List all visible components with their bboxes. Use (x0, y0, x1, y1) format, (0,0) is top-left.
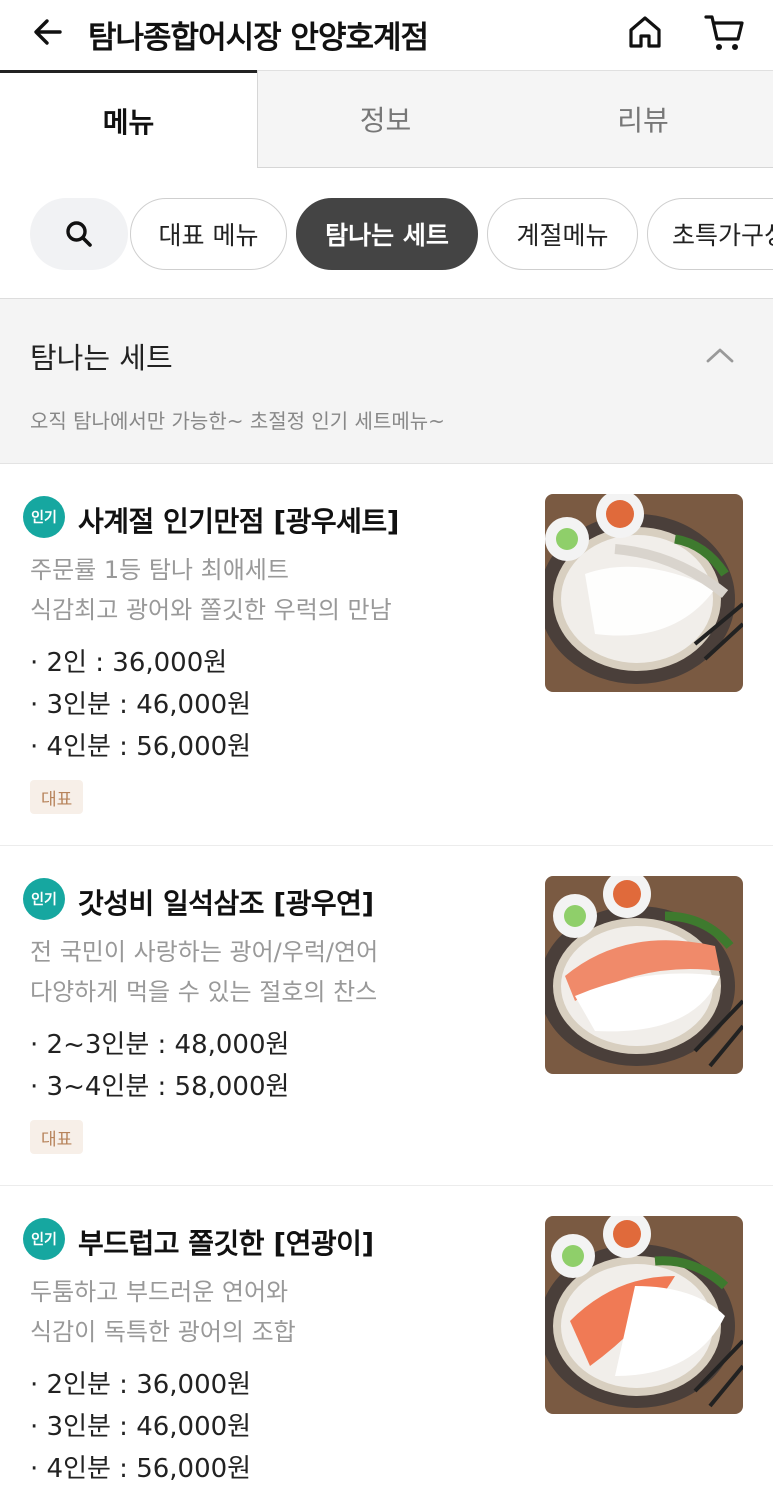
menu-item[interactable]: 인기 사계절 인기만점 [광우세트] 주문률 1등 탐나 최애세트 식감최고 광… (0, 464, 773, 846)
description-line: 주문률 1등 탐나 최애세트 (30, 556, 289, 584)
menu-search-button[interactable] (30, 198, 128, 270)
menu-item-name: 사계절 인기만점 [광우세트] (78, 505, 399, 538)
popular-badge: 인기 (23, 1218, 65, 1260)
popular-badge: 인기 (23, 878, 65, 920)
description-line: 다양하게 먹을 수 있는 절호의 찬스 (30, 978, 378, 1006)
price-line: · 3인분 : 46,000원 (30, 690, 252, 720)
category-section-header[interactable]: 탐나는 세트 오직 탐나에서만 가능한~ 초절정 인기 세트메뉴~ (0, 298, 773, 464)
price-line: · 2인 : 36,000원 (30, 648, 228, 678)
menu-item-prices: · 2인분 : 36,000원 · 3인분 : 46,000원 · 4인분 : … (30, 1364, 251, 1490)
chip-seasonal-menu[interactable]: 계절메뉴 (487, 198, 638, 270)
chip-representative-menu[interactable]: 대표 메뉴 (130, 198, 287, 270)
tab-menu[interactable]: 메뉴 (0, 70, 257, 168)
arrow-left-icon (34, 19, 62, 45)
chevron-up-icon (706, 348, 734, 363)
home-icon (629, 16, 661, 48)
menu-item-name: 부드럽고 쫄깃한 [연광이] (78, 1227, 374, 1260)
search-icon (66, 221, 92, 247)
category-chips: 대표 메뉴 탐나는 세트 계절메뉴 초특가구성 (0, 168, 773, 298)
menu-item-prices: · 2인 : 36,000원 · 3인분 : 46,000원 · 4인분 : 5… (30, 642, 251, 768)
menu-item-photo (545, 1216, 743, 1414)
section-description: 오직 탐나에서만 가능한~ 초절정 인기 세트메뉴~ (30, 409, 445, 433)
price-line: · 2인분 : 36,000원 (30, 1370, 252, 1400)
menu-item[interactable]: 인기 갓성비 일석삼조 [광우연] 전 국민이 사랑하는 광어/우럭/연어 다양… (0, 846, 773, 1186)
cart-icon (704, 15, 744, 50)
store-title: 탐나종합어시장 안양호계점 (88, 20, 429, 56)
top-app-bar: 탐나종합어시장 안양호계점 (0, 0, 773, 68)
representative-tag: 대표 (30, 1120, 84, 1154)
collapse-toggle[interactable] (700, 339, 740, 371)
store-tabs: 메뉴 정보 리뷰 (0, 70, 773, 168)
chip-special-price[interactable]: 초특가구성 (647, 198, 773, 270)
back-button[interactable] (26, 10, 70, 54)
representative-tag: 대표 (30, 780, 84, 814)
menu-item-description: 두툼하고 부드러운 연어와 식감이 독특한 광어의 조합 (30, 1272, 296, 1352)
menu-item-prices: · 2~3인분 : 48,000원 · 3~4인분 : 58,000원 (30, 1024, 289, 1108)
price-line: · 4인분 : 56,000원 (30, 1454, 252, 1484)
tab-review[interactable]: 리뷰 (513, 70, 773, 168)
cart-button[interactable] (698, 8, 750, 56)
description-line: 두툼하고 부드러운 연어와 (30, 1278, 289, 1306)
price-line: · 3~4인분 : 58,000원 (30, 1072, 290, 1102)
popular-badge: 인기 (23, 496, 65, 538)
menu-item-photo (545, 876, 743, 1074)
chip-tamna-set[interactable]: 탐나는 세트 (296, 198, 478, 270)
section-title: 탐나는 세트 (30, 341, 173, 375)
menu-item-description: 주문률 1등 탐나 최애세트 식감최고 광어와 쫄깃한 우럭의 만남 (30, 550, 392, 630)
home-button[interactable] (620, 8, 670, 56)
description-line: 식감최고 광어와 쫄깃한 우럭의 만남 (30, 596, 392, 624)
price-line: · 2~3인분 : 48,000원 (30, 1030, 290, 1060)
tab-info[interactable]: 정보 (257, 70, 513, 168)
menu-item-description: 전 국민이 사랑하는 광어/우럭/연어 다양하게 먹을 수 있는 절호의 찬스 (30, 932, 378, 1012)
menu-item[interactable]: 인기 부드럽고 쫄깃한 [연광이] 두툼하고 부드러운 연어와 식감이 독특한 … (0, 1186, 773, 1501)
description-line: 전 국민이 사랑하는 광어/우럭/연어 (30, 938, 379, 966)
menu-item-photo (545, 494, 743, 692)
price-line: · 3인분 : 46,000원 (30, 1412, 252, 1442)
menu-item-name: 갓성비 일석삼조 [광우연] (78, 887, 374, 920)
description-line: 식감이 독특한 광어의 조합 (30, 1318, 296, 1346)
price-line: · 4인분 : 56,000원 (30, 732, 252, 762)
